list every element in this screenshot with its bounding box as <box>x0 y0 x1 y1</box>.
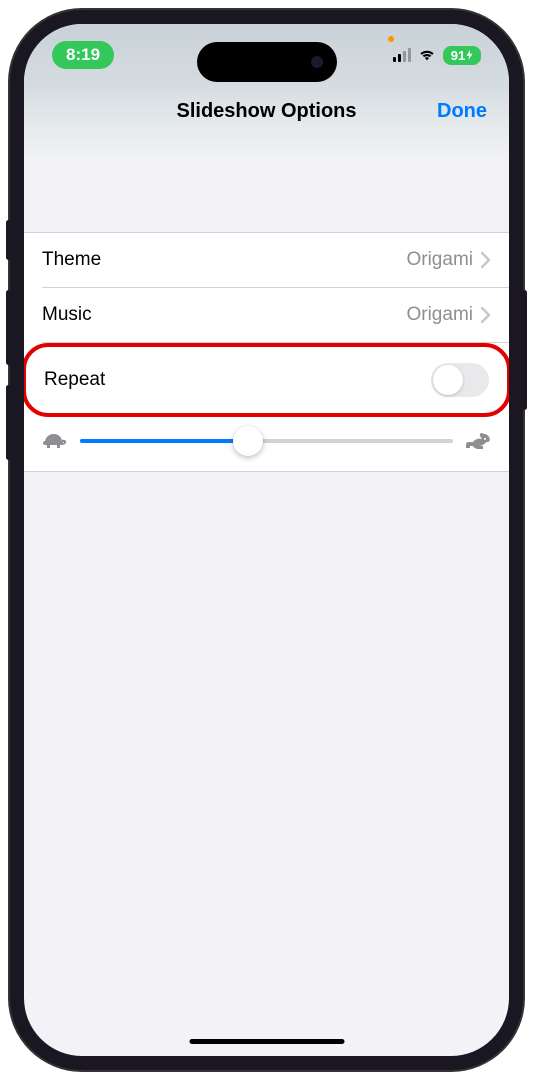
home-indicator[interactable] <box>189 1039 344 1044</box>
mic-indicator-icon <box>388 36 394 42</box>
chevron-right-icon <box>481 307 491 323</box>
wifi-icon <box>418 48 436 62</box>
speed-slider-row <box>24 417 509 471</box>
slider-fill <box>80 439 248 443</box>
camera-dot <box>311 56 323 68</box>
volume-up-button <box>6 290 11 365</box>
battery-indicator: 91 <box>443 46 481 65</box>
list-group: Theme Origami Music Origami Re <box>24 232 509 472</box>
toggle-knob <box>433 365 463 395</box>
time-pill: 8:19 <box>52 41 114 69</box>
turtle-icon <box>42 431 68 451</box>
content: Theme Origami Music Origami Re <box>24 162 509 472</box>
repeat-row[interactable]: Repeat <box>24 343 509 417</box>
page-title: Slideshow Options <box>176 100 356 123</box>
repeat-toggle[interactable] <box>431 363 489 397</box>
music-row[interactable]: Music Origami <box>24 288 509 342</box>
charging-icon <box>466 50 473 60</box>
theme-row[interactable]: Theme Origami <box>24 233 509 287</box>
theme-value: Origami <box>406 249 473 271</box>
music-value: Origami <box>406 304 473 326</box>
screen: 8:19 91 Slideshow Options Done <box>24 24 509 1056</box>
chevron-right-icon <box>481 252 491 268</box>
music-label: Music <box>42 304 92 326</box>
phone-device: 8:19 91 Slideshow Options Done <box>10 10 523 1070</box>
silence-switch <box>6 220 11 260</box>
power-button <box>522 290 527 410</box>
status-right: 91 <box>393 46 481 65</box>
cellular-icon <box>393 48 411 62</box>
speed-slider[interactable] <box>80 439 453 443</box>
dynamic-island <box>197 42 337 82</box>
volume-down-button <box>6 385 11 460</box>
modal-header: Slideshow Options Done <box>24 86 509 162</box>
rabbit-icon <box>465 431 491 451</box>
battery-percent: 91 <box>451 48 465 63</box>
theme-label: Theme <box>42 249 101 271</box>
slider-thumb[interactable] <box>233 426 263 456</box>
repeat-label: Repeat <box>44 369 105 391</box>
done-button[interactable]: Done <box>437 100 487 123</box>
